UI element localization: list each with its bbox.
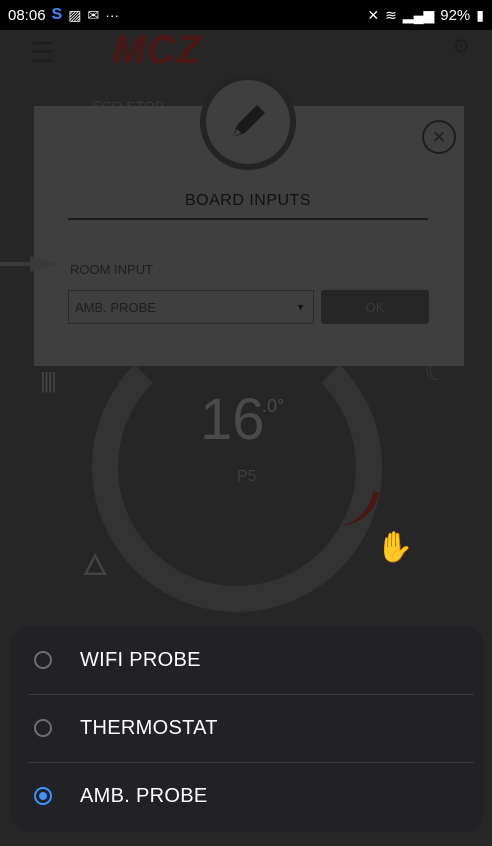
mail-icon: ✉ [87,6,100,23]
more-notifications-icon: ··· [105,7,120,23]
edit-badge [200,74,296,170]
radio-button[interactable] [34,651,52,669]
option-label: WIFI PROBE [80,648,201,671]
dialog-title: BOARD INPUTS [184,192,311,209]
room-input-value: AMB. PROBE [75,299,156,315]
power-level: P5 [237,468,257,485]
close-icon[interactable]: × [422,120,456,154]
radio-button-selected[interactable] [34,787,52,805]
radio-button[interactable] [34,719,52,737]
battery-percent: 92% [440,6,471,24]
wifi-icon: ≋ [385,6,397,23]
option-label: THERMOSTAT [80,716,218,739]
menu-icon: ☰ [30,37,56,68]
option-thermostat[interactable]: THERMOSTAT [10,694,484,762]
bottom-nav-peek [0,832,492,846]
auto-flame-icon: 🜂 [82,549,109,582]
battery-icon: ▮ [476,6,484,23]
ok-button[interactable]: OK [321,290,429,324]
option-label: AMB. PROBE [80,784,208,807]
title-divider [68,218,428,220]
option-amb-probe[interactable]: AMB. PROBE [10,762,484,830]
manual-hand-icon: ✋ [376,531,414,564]
mute-icon: ✕ [367,6,380,23]
gallery-icon: ▨ [68,6,82,23]
pointer-arrow-icon [0,256,62,272]
bars-icon: |||| [40,368,57,393]
sync-icon: S [51,6,63,23]
settings-icon: ⚙ [452,36,470,58]
signal-icon: ▂▄▆ [402,6,435,23]
pencil-icon [233,105,265,137]
probe-options-sheet: WIFI PROBE THERMOSTAT AMB. PROBE [10,626,484,832]
chevron-down-icon: ▼ [296,302,305,312]
room-input-label: ROOM INPUT [70,262,154,277]
brand-logo: MCZ [112,28,202,72]
temperature-value: 16 [200,387,265,452]
option-wifi-probe[interactable]: WIFI PROBE [10,626,484,694]
status-time: 08:06 [8,6,46,24]
room-input-select[interactable]: AMB. PROBE ▼ [68,290,314,324]
temperature-decimal: .0° [262,396,285,416]
status-bar: 08:06 S ▨ ✉ ··· ✕ ≋ ▂▄▆ 92% ▮ [0,0,492,30]
